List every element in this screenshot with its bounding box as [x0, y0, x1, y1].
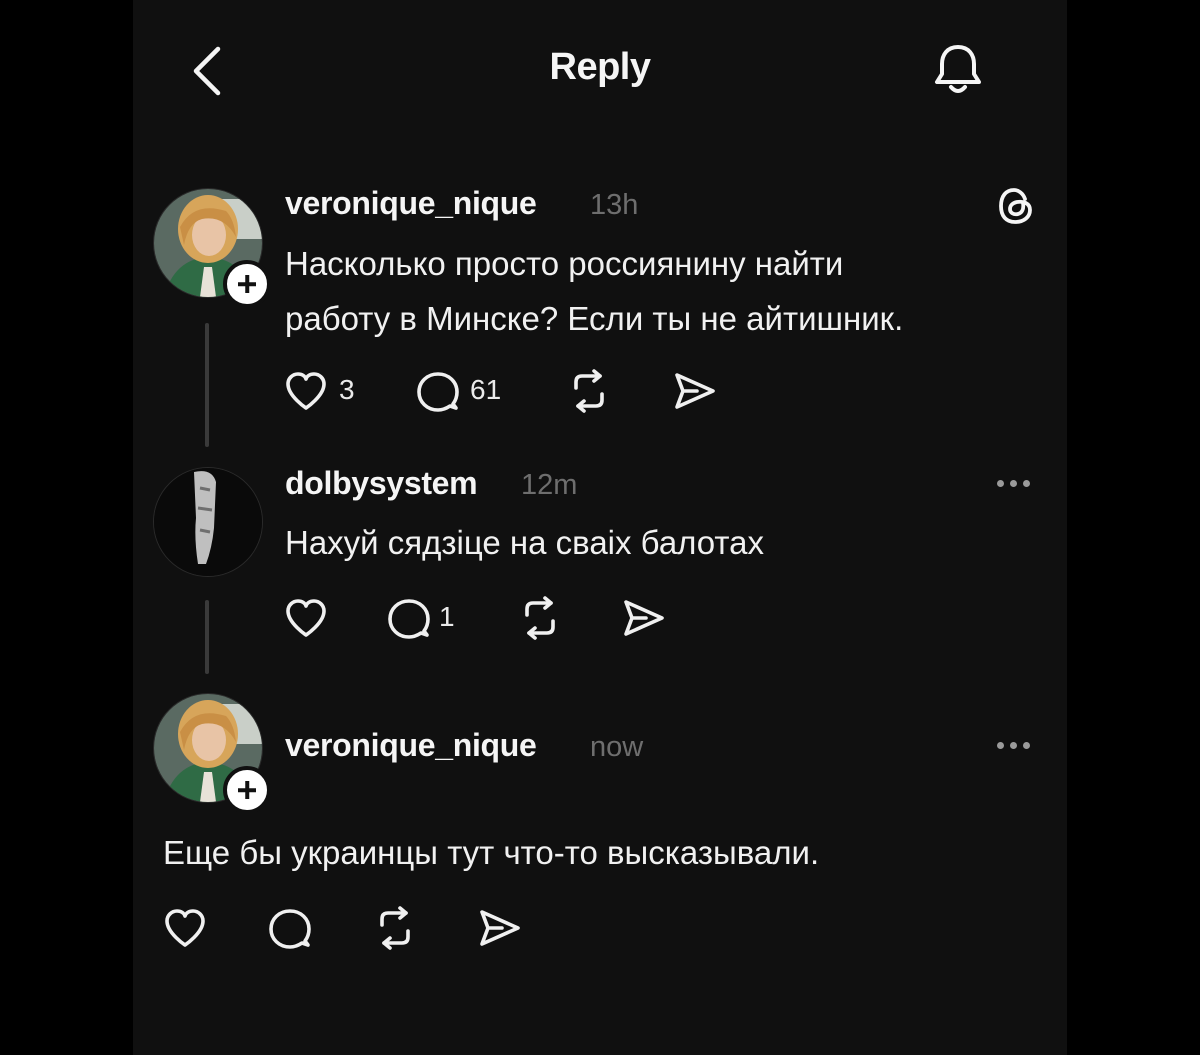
- timestamp: now: [590, 731, 644, 763]
- bell-icon[interactable]: [932, 42, 984, 98]
- follow-plus-icon[interactable]: [223, 766, 271, 814]
- post-text-line: Нахуй сядзіце на сваіх балотах: [285, 524, 765, 561]
- repost-icon[interactable]: [517, 595, 563, 641]
- send-icon[interactable]: [478, 907, 522, 949]
- heart-icon[interactable]: [284, 370, 328, 412]
- comment-icon[interactable]: [387, 597, 431, 641]
- heart-icon[interactable]: [163, 907, 207, 949]
- thread-line: [205, 323, 209, 447]
- avatar-photo: [154, 468, 262, 576]
- page-title: Reply: [549, 46, 651, 88]
- more-icon[interactable]: [997, 480, 1030, 487]
- reply-screen: Reply veronique_nique 13h Насколько прос…: [133, 0, 1067, 1055]
- heart-icon[interactable]: [284, 597, 328, 639]
- reply-count: 61: [470, 374, 502, 405]
- send-icon[interactable]: [622, 597, 666, 639]
- thread-line: [205, 600, 209, 674]
- comment-icon[interactable]: [268, 907, 312, 951]
- threads-logo-icon: [999, 188, 1032, 224]
- reply-count: 1: [439, 601, 455, 632]
- username[interactable]: veronique_nique: [285, 727, 537, 764]
- username[interactable]: dolbysystem: [285, 465, 478, 502]
- post-text-line: Насколько просто россиянину найти: [285, 245, 844, 282]
- send-icon[interactable]: [673, 370, 717, 412]
- comment-icon[interactable]: [416, 370, 460, 414]
- avatar[interactable]: [153, 467, 263, 577]
- timestamp: 13h: [590, 189, 639, 221]
- repost-icon[interactable]: [372, 905, 418, 951]
- follow-plus-icon[interactable]: [223, 260, 271, 308]
- username[interactable]: veronique_nique: [285, 185, 537, 222]
- post-text-line: Еще бы украинцы тут что-то высказывали.: [163, 834, 820, 871]
- more-icon[interactable]: [997, 742, 1030, 749]
- like-count: 3: [339, 374, 355, 405]
- post-text-line: работу в Минске? Если ты не айтишник.: [285, 300, 904, 337]
- timestamp: 12m: [521, 469, 578, 501]
- repost-icon[interactable]: [566, 368, 612, 414]
